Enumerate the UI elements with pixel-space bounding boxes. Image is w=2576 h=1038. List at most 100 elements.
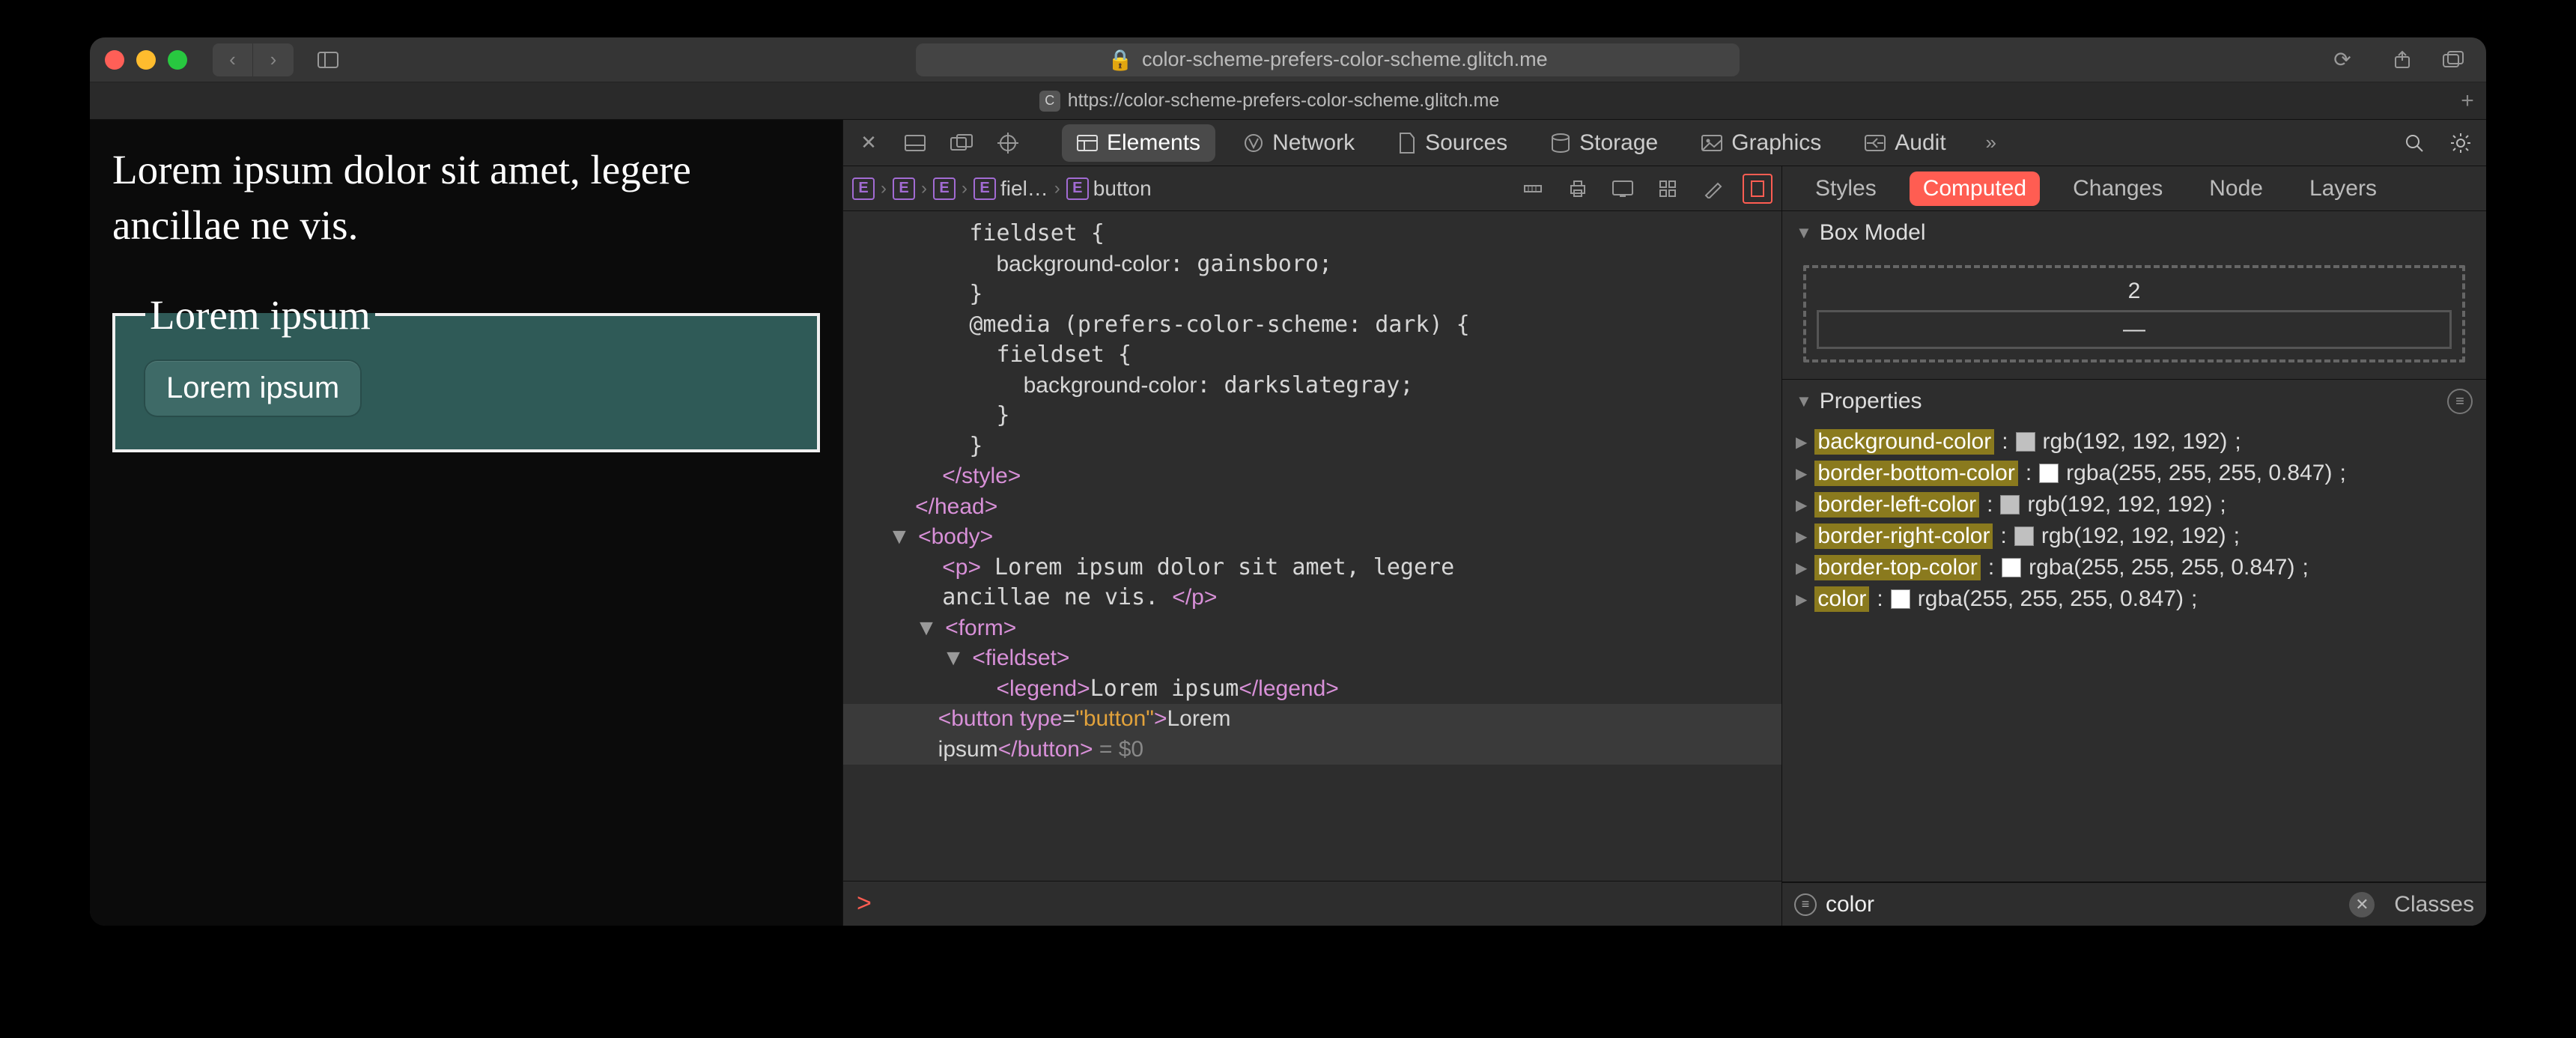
property-row[interactable]: ▶background-color:rgb(192, 192, 192);: [1796, 429, 2473, 455]
breadcrumb-item[interactable]: E›: [933, 177, 969, 200]
device-icon[interactable]: [1608, 174, 1638, 204]
breadcrumb-item[interactable]: E›: [852, 177, 888, 200]
devtools-tabstrip: ✕ Elements Network Sources: [843, 120, 2486, 166]
dock-side-icon[interactable]: [945, 127, 978, 160]
close-devtools-icon[interactable]: ✕: [852, 127, 885, 160]
tab-changes[interactable]: Changes: [2059, 172, 2176, 206]
tab-audit-label: Audit: [1895, 130, 1945, 156]
devtools-body: E› E› E› Efiel…› Ebutton: [843, 166, 2486, 926]
share-icon[interactable]: [2384, 43, 2420, 76]
console-chevron-icon: >: [857, 889, 872, 918]
styles-sidebar: Styles Computed Changes Node Layers ▼ Bo…: [1782, 166, 2486, 926]
paint-icon[interactable]: [1698, 174, 1728, 204]
property-row[interactable]: ▶border-bottom-color:rgba(255, 255, 255,…: [1796, 461, 2473, 486]
tab-network[interactable]: Network: [1229, 124, 1370, 162]
property-row[interactable]: ▶color:rgba(255, 255, 255, 0.847);: [1796, 586, 2473, 612]
browser-window: ‹ › 🔒 color-scheme-prefers-color-scheme.…: [90, 37, 2486, 926]
box-model-inner-value: —: [1823, 317, 2445, 342]
lock-icon: 🔒: [1108, 48, 1133, 72]
url-text: color-scheme-prefers-color-scheme.glitch…: [1142, 48, 1548, 71]
gear-icon[interactable]: [2444, 127, 2477, 160]
inspect-element-icon[interactable]: [991, 127, 1024, 160]
audit-icon: [1865, 134, 1886, 152]
page-form: Lorem ipsum Lorem ipsum: [112, 291, 820, 452]
box-model-header[interactable]: ▼ Box Model: [1782, 211, 2486, 255]
breadcrumb-item[interactable]: Ebutton: [1066, 177, 1152, 201]
tab-storage-label: Storage: [1579, 130, 1658, 156]
titlebar: ‹ › 🔒 color-scheme-prefers-color-scheme.…: [90, 37, 2486, 82]
filter-input[interactable]: [1826, 892, 2340, 917]
breadcrumb-item[interactable]: Efiel…›: [973, 177, 1062, 201]
tab-elements[interactable]: Elements: [1062, 124, 1215, 162]
back-button[interactable]: ‹: [213, 43, 253, 76]
sidebar-tabs: Styles Computed Changes Node Layers: [1782, 166, 2486, 211]
box-model-section: ▼ Box Model 2 —: [1782, 211, 2486, 380]
compositing-icon[interactable]: [1743, 174, 1772, 204]
tab-audit[interactable]: Audit: [1850, 124, 1960, 162]
filter-bar: ≡ ✕ Classes: [1782, 882, 2486, 926]
elements-icon: [1077, 135, 1098, 151]
close-window-button[interactable]: [105, 50, 124, 70]
print-styles-icon[interactable]: [1563, 174, 1593, 204]
titlebar-right: [2384, 43, 2471, 76]
grid-icon[interactable]: [1653, 174, 1683, 204]
elements-panel: E› E› E› Efiel…› Ebutton: [843, 166, 1782, 926]
property-row[interactable]: ▶border-top-color:rgba(255, 255, 255, 0.…: [1796, 555, 2473, 580]
box-model-top-value: 2: [1817, 279, 2452, 304]
reload-button[interactable]: ⟳: [2326, 43, 2359, 76]
ruler-icon[interactable]: [1518, 174, 1548, 204]
box-model-diagram: 2 —: [1782, 255, 2486, 379]
tab-styles[interactable]: Styles: [1802, 172, 1890, 206]
tab-elements-label: Elements: [1107, 130, 1200, 156]
browser-tab[interactable]: C https://color-scheme-prefers-color-sch…: [90, 90, 2449, 112]
clear-filter-icon[interactable]: ✕: [2349, 892, 2375, 917]
graphics-icon: [1701, 135, 1722, 151]
tab-sources-label: Sources: [1425, 130, 1507, 156]
properties-list: ▶background-color:rgb(192, 192, 192); ▶b…: [1782, 423, 2486, 622]
filter-icon[interactable]: ≡: [2447, 389, 2473, 414]
page-legend: Lorem ipsum: [145, 291, 375, 339]
zoom-window-button[interactable]: [168, 50, 187, 70]
properties-title: Properties: [1820, 389, 1922, 414]
tab-storage[interactable]: Storage: [1536, 124, 1673, 162]
chevron-down-icon: ▼: [1796, 223, 1812, 243]
nav-arrows: ‹ ›: [213, 43, 294, 76]
tab-computed[interactable]: Computed: [1910, 172, 2040, 206]
search-icon[interactable]: [2398, 127, 2431, 160]
property-row[interactable]: ▶border-right-color:rgb(192, 192, 192);: [1796, 523, 2473, 549]
sidebar-toggle-icon[interactable]: [312, 43, 344, 76]
breadcrumb-item[interactable]: E›: [893, 177, 929, 200]
chevron-down-icon: ▼: [1796, 392, 1812, 411]
network-icon: [1244, 133, 1263, 153]
filter-scope-icon[interactable]: ≡: [1794, 893, 1817, 916]
property-row[interactable]: ▶border-left-color:rgb(192, 192, 192);: [1796, 492, 2473, 518]
dock-bottom-icon[interactable]: [899, 127, 932, 160]
devtools: ✕ Elements Network Sources: [842, 120, 2486, 926]
traffic-lights: [105, 50, 187, 70]
tab-title: https://color-scheme-prefers-color-schem…: [1068, 90, 1500, 112]
more-tabs-icon[interactable]: »: [1975, 127, 2008, 160]
console-prompt[interactable]: >: [843, 881, 1781, 926]
tabs-overview-icon[interactable]: [2435, 43, 2471, 76]
classes-toggle[interactable]: Classes: [2384, 892, 2474, 917]
tab-network-label: Network: [1272, 130, 1355, 156]
box-model-title: Box Model: [1820, 220, 1926, 246]
content-area: Lorem ipsum dolor sit amet, legere ancil…: [90, 120, 2486, 926]
dom-source[interactable]: fieldset { background-color: gainsboro; …: [843, 211, 1781, 881]
minimize-window-button[interactable]: [136, 50, 156, 70]
new-tab-button[interactable]: +: [2449, 88, 2486, 114]
sources-icon: [1398, 133, 1416, 154]
page-paragraph: Lorem ipsum dolor sit amet, legere ancil…: [112, 142, 820, 254]
rendered-page: Lorem ipsum dolor sit amet, legere ancil…: [90, 120, 842, 926]
page-button[interactable]: Lorem ipsum: [145, 361, 360, 416]
tab-layers[interactable]: Layers: [2296, 172, 2390, 206]
storage-icon: [1551, 133, 1570, 153]
forward-button[interactable]: ›: [253, 43, 294, 76]
tab-sources[interactable]: Sources: [1383, 124, 1522, 162]
properties-section: ▼ Properties ≡ ▶background-color:rgb(192…: [1782, 380, 2486, 882]
dom-breadcrumbs: E› E› E› Efiel…› Ebutton: [843, 166, 1781, 211]
tab-node[interactable]: Node: [2196, 172, 2276, 206]
tab-graphics[interactable]: Graphics: [1686, 124, 1836, 162]
url-field[interactable]: 🔒 color-scheme-prefers-color-scheme.glit…: [916, 43, 1740, 76]
properties-header[interactable]: ▼ Properties ≡: [1782, 380, 2486, 423]
